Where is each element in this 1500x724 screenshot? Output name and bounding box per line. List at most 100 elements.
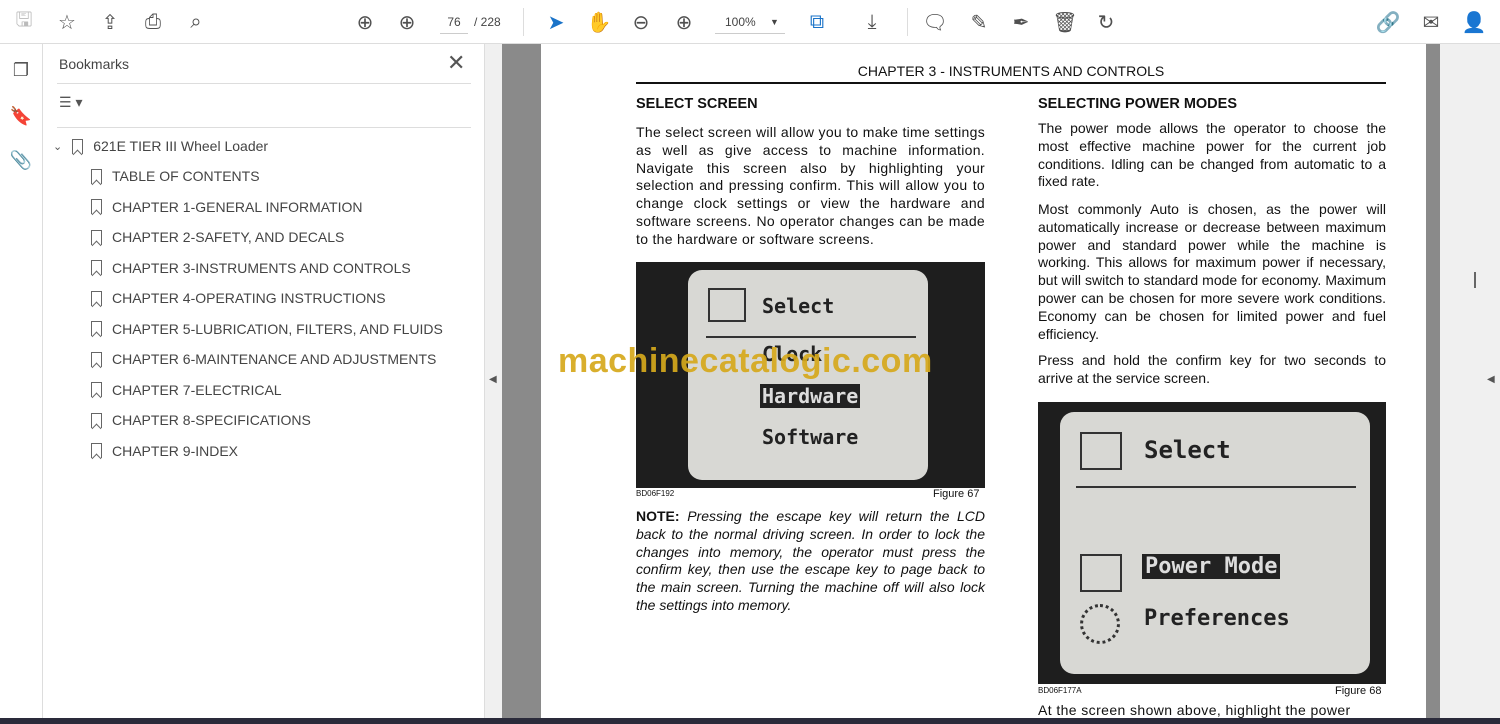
save-icon[interactable]: 🖫	[10, 8, 38, 36]
attachments-icon[interactable]: 📎	[8, 150, 34, 176]
watermark: machinecatalogic.com	[558, 342, 933, 380]
right-paragraph-3: Press and hold the confirm key for two s…	[1038, 352, 1386, 386]
left-paragraph: The select screen will allow you to make…	[636, 124, 985, 247]
bookmarks-panel: Bookmarks ✕ ☰ ▾ ⌄ 621E TIER III Wheel Loa…	[43, 44, 485, 724]
bookmark-label: 621E TIER III Wheel Loader	[93, 138, 269, 154]
left-heading: SELECT SCREEN	[636, 96, 758, 112]
panel-collapse-strip[interactable]: ◀	[485, 44, 502, 724]
bookmark-icon	[91, 412, 102, 428]
left-rail: ❐ 🔖 📎	[0, 44, 43, 724]
lcd-item-selected: Power Mode	[1142, 554, 1281, 579]
right-heading: SELECTING POWER MODES	[1038, 96, 1237, 112]
bookmark-item[interactable]: CHAPTER 2-SAFETY, AND DECALS	[91, 226, 344, 248]
bookmark-icon	[91, 382, 102, 397]
divider	[57, 83, 471, 84]
bookmark-icon	[91, 229, 102, 245]
scroll-mode-icon[interactable]: ⤓	[858, 8, 886, 36]
bookmark-icon	[91, 260, 102, 275]
select-cursor-icon[interactable]: ➤	[542, 8, 570, 36]
figure-code: BD06F192	[636, 489, 675, 498]
bookmark-label: CHAPTER 2-SAFETY, AND DECALS	[112, 229, 345, 245]
bookmark-item[interactable]: CHAPTER 7-ELECTRICAL	[91, 379, 282, 401]
divider	[907, 8, 908, 36]
zoom-select[interactable]: 100% ▼	[715, 10, 785, 34]
bookmark-item[interactable]: CHAPTER 8-SPECIFICATIONS	[91, 409, 311, 431]
zoom-out-icon[interactable]: ⊖	[627, 8, 655, 36]
fit-page-icon[interactable]: ⧉	[803, 8, 831, 36]
lcd-item: Software	[762, 425, 859, 449]
bookmark-label: TABLE OF CONTENTS	[112, 168, 260, 184]
bookmark-item[interactable]: CHAPTER 5-LUBRICATION, FILTERS, AND FLUI…	[91, 318, 443, 340]
bookmark-item[interactable]: CHAPTER 9-INDEX	[91, 440, 238, 462]
page-number-input[interactable]: 76	[440, 10, 468, 34]
figure-code: BD06F177A	[1038, 686, 1082, 695]
chevron-down-icon: ▼	[770, 17, 779, 27]
share-link-icon[interactable]: 🔗	[1374, 8, 1402, 36]
bookmark-item[interactable]: TABLE OF CONTENTS	[91, 165, 260, 187]
lcd-item: Preferences	[1144, 606, 1290, 631]
email-icon[interactable]: ✉	[1417, 8, 1445, 36]
figure-caption: Figure 67	[933, 488, 980, 500]
lcd-screen: Select Power Mode Preferences	[1060, 412, 1370, 674]
page-thumbnails-icon[interactable]: ❐	[8, 60, 34, 86]
lcd-title: Select	[762, 294, 835, 318]
chapter-header: CHAPTER 3 - INSTRUMENTS AND CONTROLS	[636, 63, 1386, 84]
comment-icon[interactable]: 🗨	[921, 8, 949, 36]
taskbar-edge	[0, 718, 1500, 724]
highlight-pen-icon[interactable]: ✎	[965, 8, 993, 36]
divider	[523, 8, 524, 36]
gear-icon	[1080, 604, 1120, 644]
page-total: / 228	[474, 15, 501, 29]
divider	[706, 336, 916, 338]
bookmark-root[interactable]: ⌄ 621E TIER III Wheel Loader	[53, 135, 268, 157]
bookmark-item[interactable]: CHAPTER 6-MAINTENANCE AND ADJUSTMENTS	[91, 348, 436, 370]
lcd-item-selected: Hardware	[760, 384, 861, 408]
bookmark-icon	[91, 351, 102, 367]
bookmark-icon	[91, 321, 102, 336]
bookmark-item[interactable]: CHAPTER 4-OPERATING INSTRUCTIONS	[91, 287, 386, 309]
divider	[1076, 486, 1356, 488]
list-icon	[1080, 432, 1122, 470]
list-icon	[708, 288, 746, 322]
note-paragraph: NOTE: Pressing the escape key will retur…	[636, 508, 985, 615]
bookmark-label: CHAPTER 6-MAINTENANCE AND ADJUSTMENTS	[112, 351, 437, 367]
trash-icon[interactable]: 🗑	[1051, 8, 1079, 36]
bookmark-label: CHAPTER 7-ELECTRICAL	[112, 381, 282, 398]
right-paragraph-1: The power mode allows the operator to ch…	[1038, 120, 1386, 190]
close-icon[interactable]: ✕	[447, 50, 465, 76]
previous-page-icon[interactable]: ⊕	[351, 8, 379, 36]
pdf-page: CHAPTER 3 - INSTRUMENTS AND CONTROLS SEL…	[541, 44, 1426, 724]
zoom-in-icon[interactable]: ⊕	[670, 8, 698, 36]
bookmark-icon	[91, 168, 102, 184]
bookmark-star-icon[interactable]: ☆	[53, 8, 81, 36]
sign-icon[interactable]: ✒	[1007, 8, 1035, 36]
bookmark-icon	[91, 199, 102, 214]
print-icon[interactable]: ⎙	[139, 8, 167, 36]
note-text: Pressing the escape key will return the …	[636, 508, 985, 613]
bookmark-label: CHAPTER 3-INSTRUMENTS AND CONTROLS	[112, 259, 411, 276]
bookmark-icon	[72, 138, 84, 154]
upload-cloud-icon[interactable]: ⇪	[96, 8, 124, 36]
hand-tool-icon[interactable]: ✋	[585, 8, 613, 36]
right-paragraph-2: Most commonly Auto is chosen, as the pow…	[1038, 201, 1386, 342]
right-panel-strip[interactable]: ◀	[1440, 44, 1500, 724]
rotate-icon[interactable]: ↻	[1092, 8, 1120, 36]
bookmark-label: CHAPTER 1-GENERAL INFORMATION	[112, 198, 363, 215]
scrollbar-thumb[interactable]	[1474, 272, 1476, 288]
bookmarks-icon[interactable]: 🔖	[8, 106, 34, 132]
add-user-icon[interactable]: 👤	[1460, 8, 1488, 36]
expand-right-icon[interactable]: ◀	[1487, 374, 1495, 385]
bookmark-icon	[91, 443, 102, 458]
next-page-icon[interactable]: ⊕	[393, 8, 421, 36]
search-icon[interactable]: ⌕	[182, 8, 210, 36]
toolbar: 🖫 ☆ ⇪ ⎙ ⌕ ⊕ ⊕ 76 / 228 ➤ ✋ ⊖ ⊕ 100% ▼ ⧉ ⤓…	[0, 0, 1500, 44]
options-menu-button[interactable]: ☰ ▾	[59, 94, 82, 111]
bookmark-item[interactable]: CHAPTER 1-GENERAL INFORMATION	[91, 196, 362, 218]
bookmark-item[interactable]: CHAPTER 3-INSTRUMENTS AND CONTROLS	[91, 257, 411, 279]
chevron-down-icon[interactable]: ⌄	[53, 140, 62, 153]
bookmark-label: CHAPTER 8-SPECIFICATIONS	[112, 412, 311, 428]
figure-68-image: Select Power Mode Preferences	[1038, 402, 1386, 684]
list-icon	[1080, 554, 1122, 592]
bookmark-label: CHAPTER 9-INDEX	[112, 442, 239, 459]
collapse-left-icon[interactable]: ◀	[489, 374, 497, 385]
